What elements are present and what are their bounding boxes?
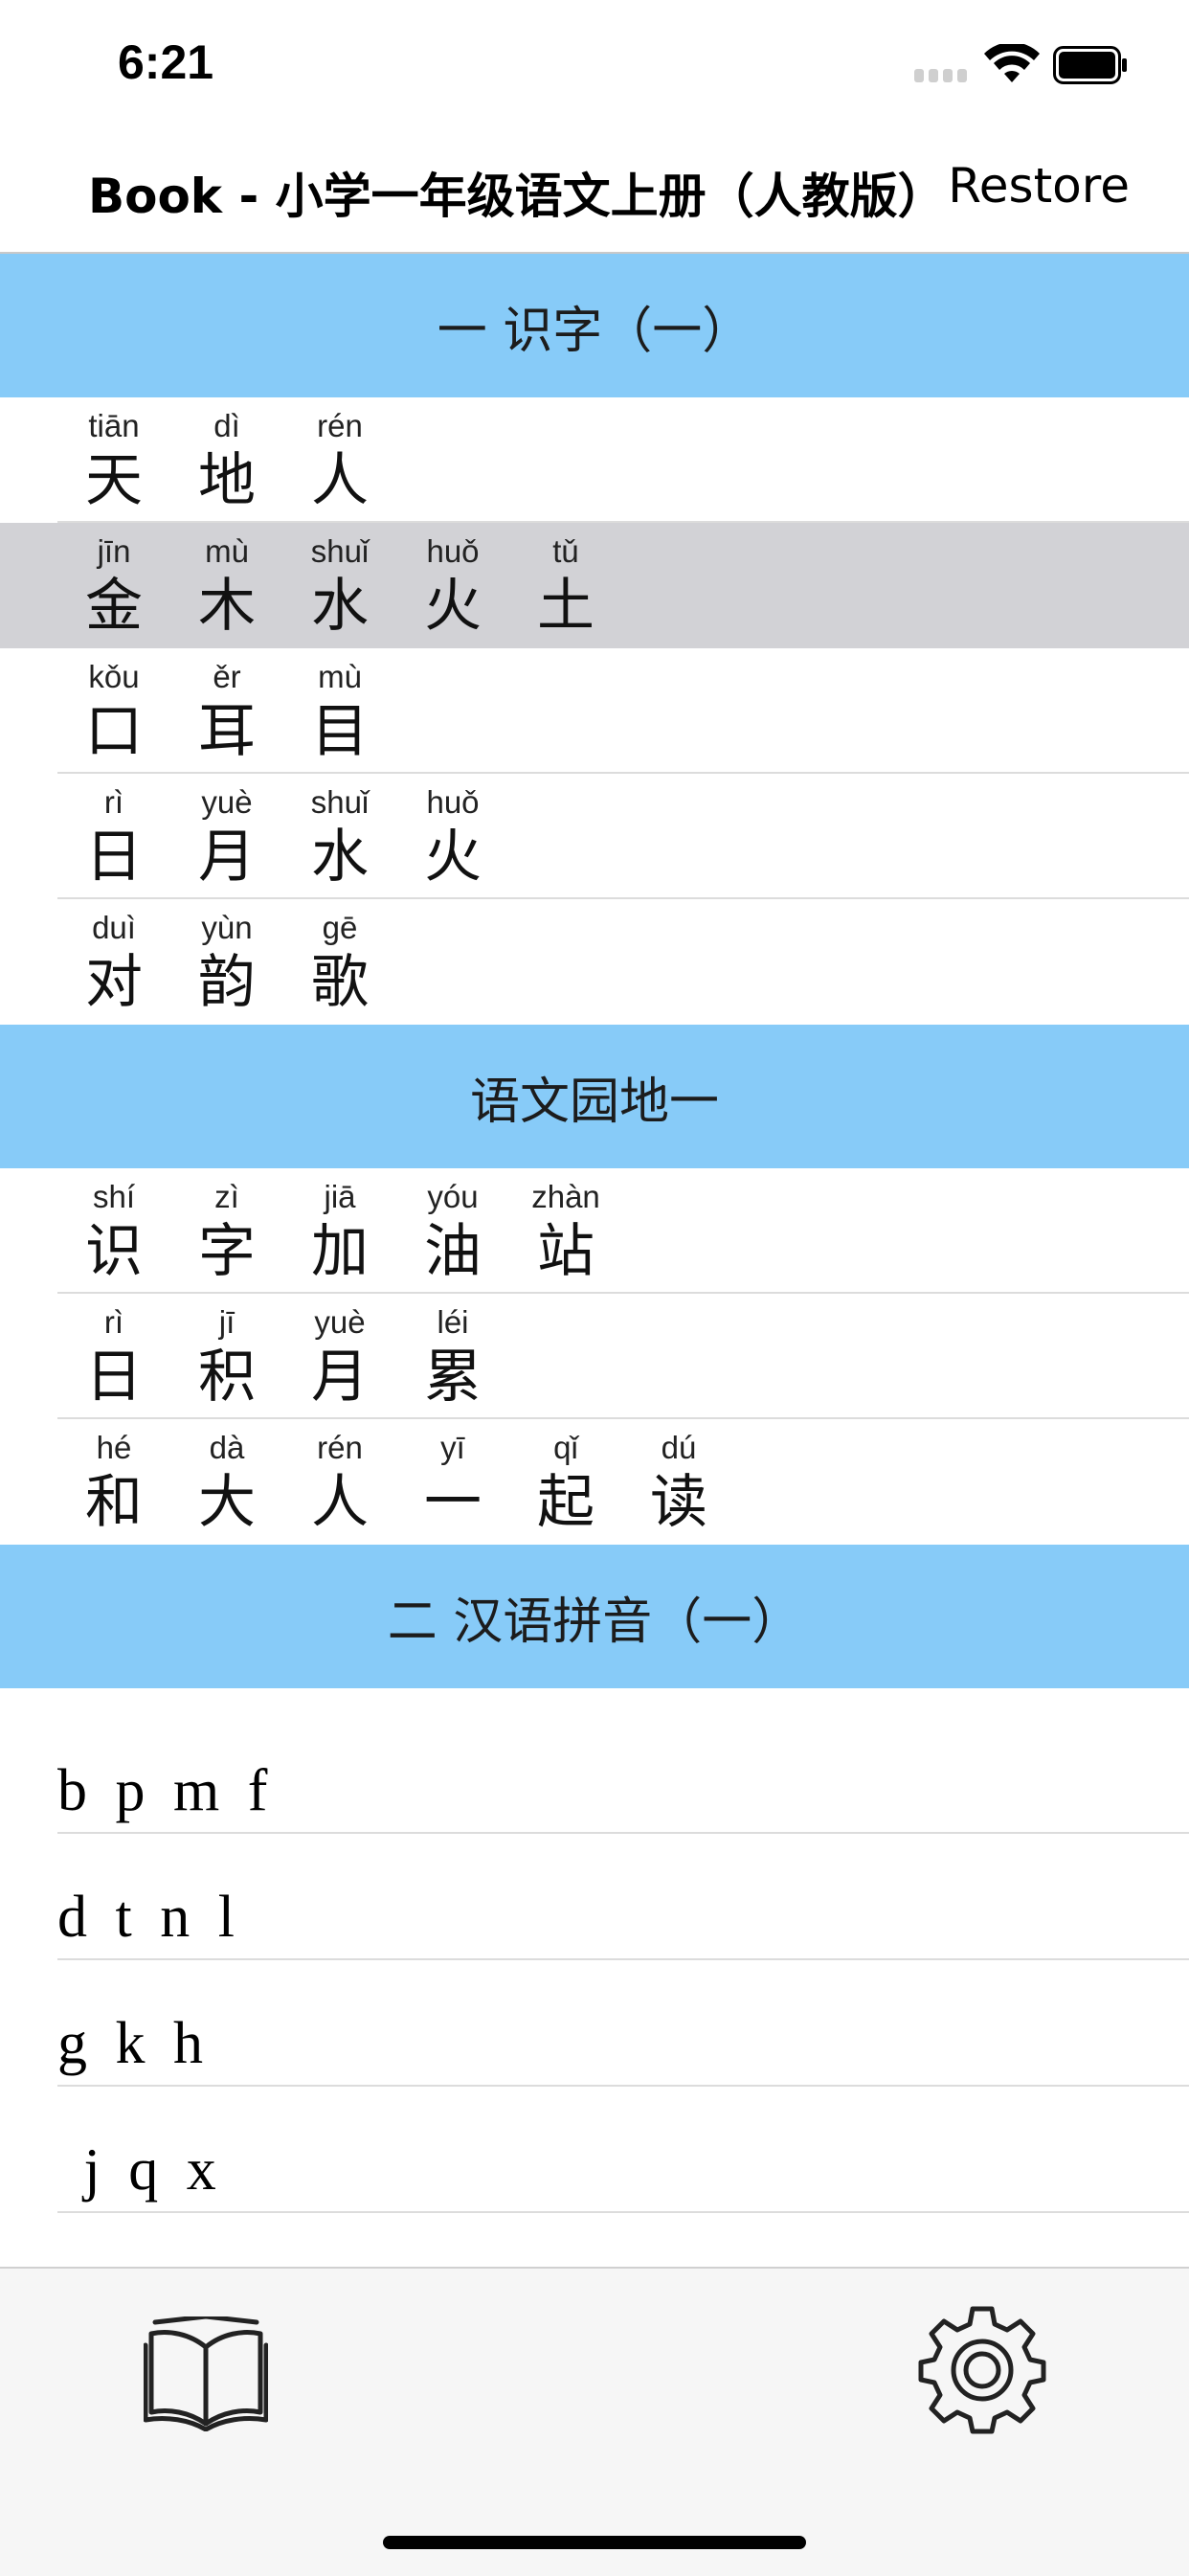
word-char: gē 歌 (311, 910, 369, 1016)
pinyin-row[interactable]: d t n l (0, 1834, 1189, 1960)
status-bar: 6:21 (0, 0, 1189, 129)
word-row[interactable]: rì 日 yuè 月 shuǐ 水 huǒ 火 (0, 774, 1189, 899)
word-char: yuè 月 (311, 1304, 369, 1411)
word-char: huǒ 火 (424, 784, 482, 891)
navigation-bar: Book - 小学一年级语文上册（人教版） Restore (0, 129, 1189, 254)
word-char: zì 字 (198, 1179, 256, 1285)
pinyin-text: g k h (57, 2011, 205, 2076)
section-header: 一 识字（一） (0, 254, 1189, 397)
lesson-list[interactable]: 一 识字（一） tiān 天 dì 地 rén 人 jīn 金 mù 木 shuǐ 水 hu… (0, 254, 1189, 2265)
status-time: 6:21 (118, 35, 214, 89)
word-char: mù 目 (311, 659, 369, 765)
word-row[interactable]: hé 和 dà 大 rén 人 yī 一 qǐ 起 dú 读 (0, 1419, 1189, 1545)
word-char: rén 人 (311, 1430, 369, 1536)
section-header: 语文园地一 (0, 1025, 1189, 1168)
pinyin-row[interactable]: g k h (0, 1960, 1189, 2087)
pinyin-text: j q x (57, 2137, 218, 2203)
word-char: shuǐ 水 (310, 533, 370, 640)
battery-icon (1053, 46, 1127, 84)
word-char: shuǐ 水 (310, 784, 370, 891)
word-char: léi 累 (424, 1304, 482, 1411)
tab-bar (0, 2267, 1189, 2576)
word-char: tǔ 土 (537, 533, 594, 640)
word-char: qǐ 起 (537, 1430, 594, 1536)
word-char: jiā 加 (311, 1179, 369, 1285)
word-char: duì 对 (85, 910, 143, 1016)
pinyin-text: b p m f (57, 1758, 270, 1823)
word-char: yóu 油 (424, 1179, 482, 1285)
word-row[interactable]: shí 识 zì 字 jiā 加 yóu 油 zhàn 站 (0, 1168, 1189, 1294)
word-row[interactable]: rì 日 jī 积 yuè 月 léi 累 (0, 1294, 1189, 1419)
pinyin-row[interactable]: b p m f (0, 1707, 1189, 1834)
word-row[interactable]: kǒu 口 ěr 耳 mù 目 (0, 648, 1189, 774)
book-icon[interactable] (144, 2316, 268, 2431)
cellular-signal-icon (914, 69, 968, 82)
word-char: rì 日 (85, 1304, 143, 1411)
word-char: yùn 韵 (198, 910, 256, 1016)
word-char: mù 木 (198, 533, 256, 640)
page-title: Book - 小学一年级语文上册（人教版） (88, 169, 946, 224)
word-char: dú 读 (650, 1430, 707, 1536)
word-row[interactable]: tiān 天 dì 地 rén 人 (0, 397, 1189, 523)
word-row-selected[interactable]: jīn 金 mù 木 shuǐ 水 huǒ 火 tǔ 土 (0, 523, 1189, 648)
word-char: dà 大 (198, 1430, 256, 1536)
word-char: ěr 耳 (198, 659, 256, 765)
word-char: shí 识 (85, 1179, 143, 1285)
word-char: zhàn 站 (531, 1179, 600, 1285)
word-char: hé 和 (85, 1430, 143, 1536)
home-indicator (383, 2536, 806, 2549)
wifi-icon (984, 44, 1040, 82)
pinyin-text: d t n l (57, 1885, 236, 1950)
word-char: jī 积 (198, 1304, 256, 1411)
section-header: 二 汉语拼音（一） (0, 1545, 1189, 1688)
word-char: jīn 金 (85, 533, 143, 640)
word-char: yuè 月 (198, 784, 256, 891)
gear-icon[interactable] (917, 2305, 1047, 2435)
word-char: tiān 天 (85, 408, 143, 514)
word-char: huǒ 火 (424, 533, 482, 640)
word-char: yī 一 (424, 1430, 482, 1536)
word-char: rén 人 (311, 408, 369, 514)
word-row[interactable]: duì 对 yùn 韵 gē 歌 (0, 899, 1189, 1025)
word-char: rì 日 (85, 784, 143, 891)
word-char: dì 地 (198, 408, 256, 514)
restore-button[interactable]: Restore (948, 158, 1130, 214)
word-char: kǒu 口 (85, 659, 143, 765)
pinyin-row[interactable]: j q x (0, 2087, 1189, 2213)
